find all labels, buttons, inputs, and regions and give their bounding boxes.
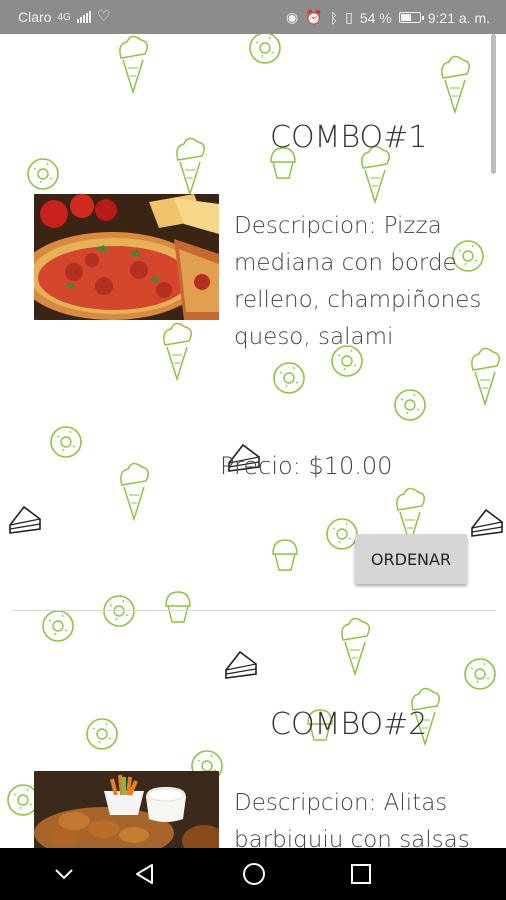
health-icon: ♡ — [96, 8, 111, 25]
chevron-down-icon[interactable] — [34, 848, 94, 900]
navigation-bar — [0, 848, 506, 900]
combo-price: Precio: $10.00 — [220, 452, 393, 480]
status-left: Claro 4G ♡ — [18, 9, 110, 25]
back-icon[interactable] — [114, 848, 174, 900]
status-bar: Claro 4G ♡ ◉ ⏰ ᛒ ▯ 54 % 9:21 a. m. — [0, 0, 506, 34]
network-type: 4G — [57, 11, 71, 23]
combo-list[interactable]: COMBO#1 Descripcion: Pizza mediana con b… — [0, 34, 506, 848]
order-button[interactable]: ORDENAR — [355, 534, 467, 584]
alarm-icon: ⏰ — [305, 9, 323, 25]
combo-card: COMBO#1 Descripcion: Pizza mediana con b… — [12, 34, 496, 611]
battery-icon — [398, 12, 424, 23]
vibrate-icon: ▯ — [345, 9, 353, 25]
clock: 9:21 a. m. — [427, 9, 490, 26]
eye-icon: ◉ — [286, 9, 299, 25]
pizza-photo — [34, 194, 219, 320]
combo-card: COMBO#2 Descripcion: Alitas barbiquiu co… — [12, 611, 496, 848]
wings-photo — [34, 771, 219, 848]
signal-icon — [76, 11, 91, 23]
combo-title: COMBO#1 — [270, 120, 428, 155]
combo-description: Descripcion: Pizza mediana con borde rel… — [234, 213, 482, 350]
combo-title: COMBO#2 — [270, 707, 428, 742]
recents-icon[interactable] — [331, 848, 391, 900]
combo-description: Descripcion: Alitas barbiquiu con salsas — [234, 790, 470, 848]
battery-percent: 54 % — [359, 9, 392, 26]
home-icon[interactable] — [224, 848, 284, 900]
carrier-name: Claro — [18, 9, 52, 25]
bluetooth-icon: ᛒ — [329, 9, 339, 26]
status-right: ◉ ⏰ ᛒ ▯ 54 % 9:21 a. m. — [286, 9, 490, 26]
